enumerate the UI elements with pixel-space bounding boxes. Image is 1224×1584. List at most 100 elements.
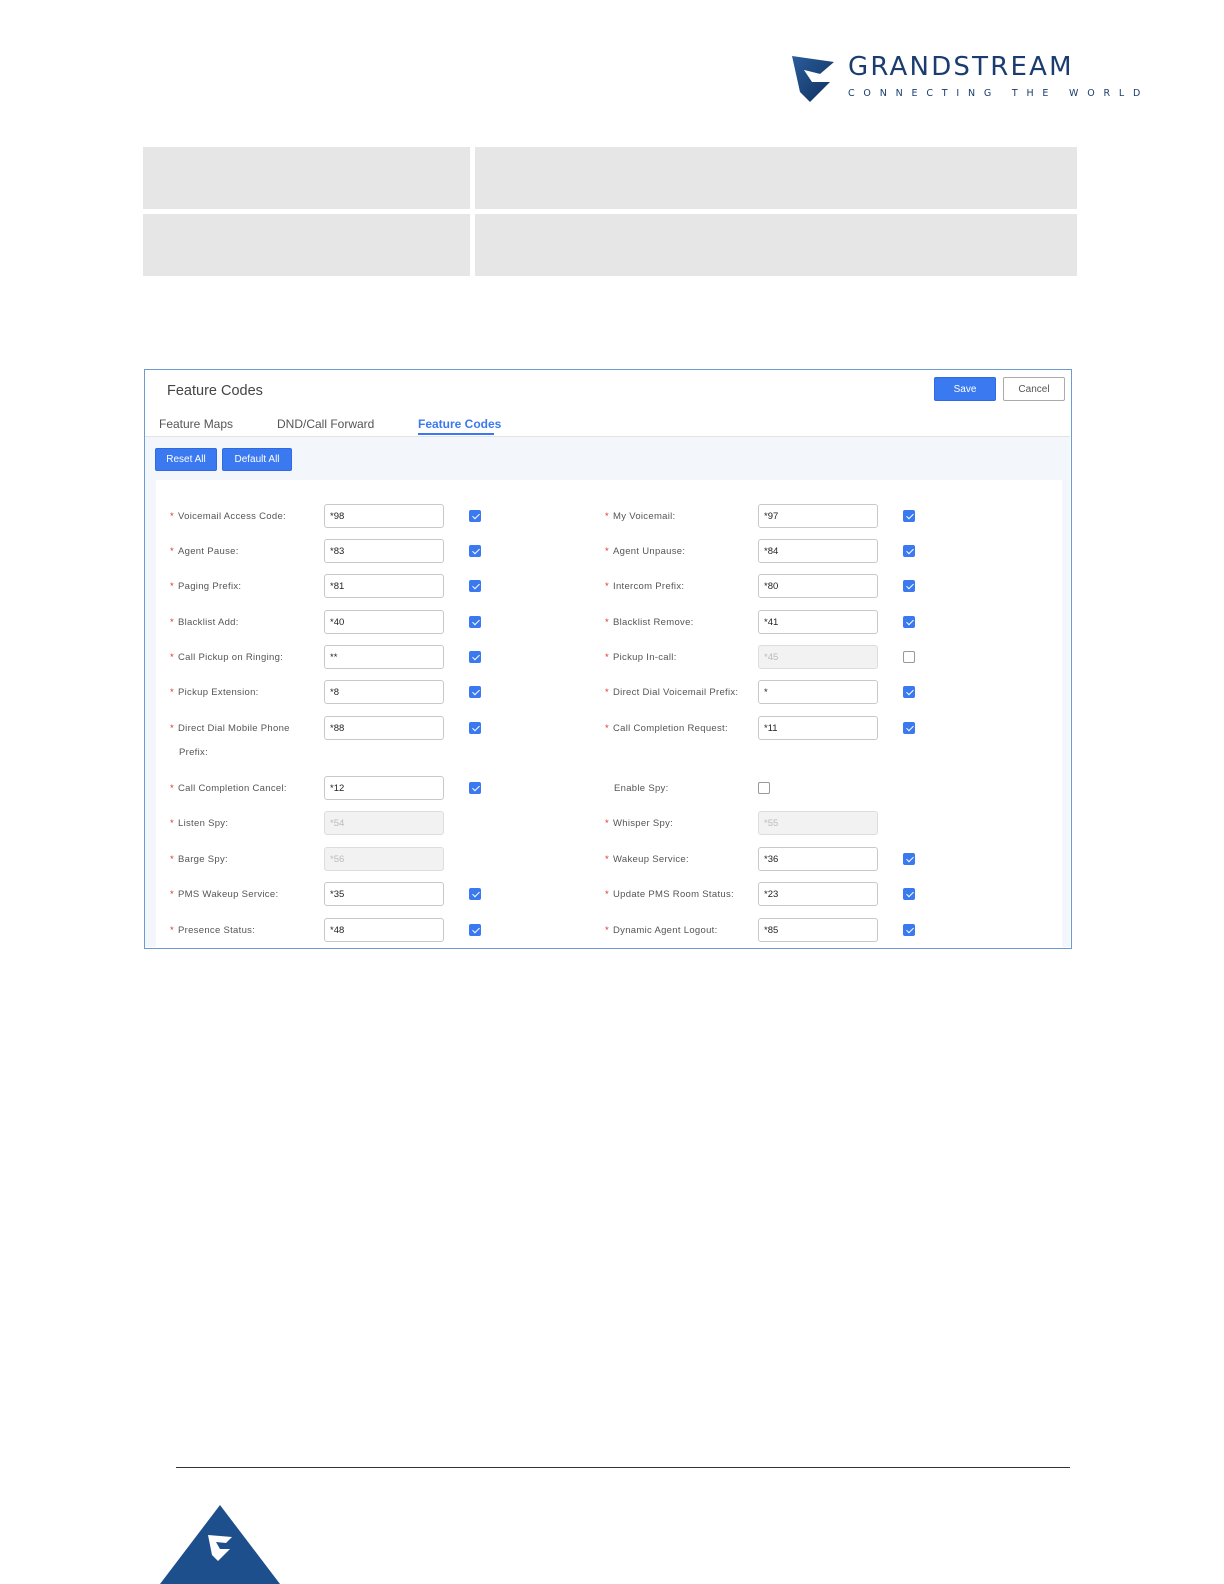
field-label-text: Direct Dial Voicemail Prefix: <box>613 687 739 698</box>
field-label-text: Call Pickup on Ringing: <box>178 652 284 663</box>
enable-checkbox[interactable] <box>469 686 481 698</box>
field-label: * Direct Dial Voicemail Prefix: <box>605 687 738 698</box>
grandstream-logo-icon <box>792 56 834 102</box>
field-label-text: Listen Spy: <box>178 818 229 829</box>
enable-spy-checkbox[interactable] <box>758 782 770 794</box>
field-label: * Update PMS Room Status: <box>605 889 734 900</box>
required-asterisk: * <box>170 687 174 698</box>
required-asterisk: * <box>170 818 174 829</box>
field-label: * Direct Dial Mobile Phone <box>170 723 290 734</box>
enable-checkbox[interactable] <box>469 510 481 522</box>
field-label: * Agent Pause: <box>170 546 239 557</box>
feature-code-input[interactable]: *48 <box>324 918 444 942</box>
table-row <box>143 214 1077 276</box>
table-cell-label <box>143 214 470 276</box>
field-label: * Blacklist Add: <box>170 617 239 628</box>
enable-checkbox[interactable] <box>469 722 481 734</box>
feature-code-input[interactable]: *88 <box>324 716 444 740</box>
field-label: * Wakeup Service: <box>605 854 689 865</box>
enable-checkbox[interactable] <box>469 782 481 794</box>
enable-checkbox[interactable] <box>469 888 481 900</box>
brand-tagline: CONNECTING THE WORLD <box>848 88 1150 99</box>
save-button[interactable]: Save <box>934 377 996 401</box>
required-asterisk: * <box>170 652 174 663</box>
tab-feature-codes[interactable]: Feature Codes <box>418 417 501 431</box>
enable-checkbox[interactable] <box>469 651 481 663</box>
feature-code-input[interactable]: *81 <box>324 574 444 598</box>
tab-feature-maps[interactable]: Feature Maps <box>159 417 233 431</box>
enable-checkbox[interactable] <box>903 924 915 936</box>
enable-checkbox[interactable] <box>903 510 915 522</box>
field-label-text: Pickup Extension: <box>178 687 259 698</box>
enable-checkbox[interactable] <box>903 580 915 592</box>
field-label-text: Pickup In-call: <box>613 652 677 663</box>
enable-checkbox[interactable] <box>903 616 915 628</box>
enable-checkbox[interactable] <box>469 924 481 936</box>
required-asterisk: * <box>170 854 174 865</box>
required-asterisk: * <box>605 925 609 936</box>
feature-code-input[interactable]: ** <box>324 645 444 669</box>
field-label: * Call Completion Cancel: <box>170 783 287 794</box>
enable-checkbox[interactable] <box>903 686 915 698</box>
field-label-text: Direct Dial Mobile Phone <box>178 723 290 734</box>
enable-checkbox[interactable] <box>903 722 915 734</box>
enable-checkbox[interactable] <box>469 616 481 628</box>
feature-code-input[interactable]: *23 <box>758 882 878 906</box>
feature-code-input[interactable]: * <box>758 680 878 704</box>
field-label: * My Voicemail: <box>605 511 676 522</box>
field-label: * Dynamic Agent Logout: <box>605 925 718 936</box>
field-label-text: Call Completion Request: <box>613 723 728 734</box>
field-label: * Presence Status: <box>170 925 255 936</box>
field-label: * Barge Spy: <box>170 854 228 865</box>
field-label: Enable Spy: <box>605 783 669 794</box>
feature-code-input[interactable]: *98 <box>324 504 444 528</box>
field-label-text: Blacklist Add: <box>178 617 239 628</box>
feature-code-input[interactable]: *97 <box>758 504 878 528</box>
feature-code-input[interactable]: *41 <box>758 610 878 634</box>
feature-code-input[interactable]: *12 <box>324 776 444 800</box>
feature-code-input[interactable]: *36 <box>758 847 878 871</box>
enable-checkbox[interactable] <box>469 580 481 592</box>
field-label: * Paging Prefix: <box>170 581 241 592</box>
feature-code-input[interactable]: *55 <box>758 811 878 835</box>
cancel-button[interactable]: Cancel <box>1003 377 1065 401</box>
feature-codes-panel: Feature Codes Save Cancel Feature Maps D… <box>144 369 1072 949</box>
enable-checkbox[interactable] <box>903 888 915 900</box>
field-label: * Listen Spy: <box>170 818 228 829</box>
feature-code-input[interactable]: *40 <box>324 610 444 634</box>
field-label-text: Voicemail Access Code: <box>178 511 286 522</box>
field-label-text: Wakeup Service: <box>613 854 689 865</box>
required-asterisk: * <box>170 723 174 734</box>
enable-checkbox[interactable] <box>903 545 915 557</box>
feature-code-input[interactable]: *54 <box>324 811 444 835</box>
feature-code-input[interactable]: *85 <box>758 918 878 942</box>
field-label-text: Blacklist Remove: <box>613 617 694 628</box>
table-row <box>143 147 1077 209</box>
default-all-button[interactable]: Default All <box>222 448 292 471</box>
reset-all-button[interactable]: Reset All <box>155 448 217 471</box>
field-label-text: My Voicemail: <box>613 511 676 522</box>
feature-code-input[interactable]: *83 <box>324 539 444 563</box>
field-label: * Call Pickup on Ringing: <box>170 652 283 663</box>
feature-code-input[interactable]: *8 <box>324 680 444 704</box>
field-label: * PMS Wakeup Service: <box>170 889 278 900</box>
feature-code-input[interactable]: *45 <box>758 645 878 669</box>
feature-code-input[interactable]: *35 <box>324 882 444 906</box>
required-asterisk: * <box>605 652 609 663</box>
enable-checkbox[interactable] <box>903 853 915 865</box>
required-asterisk: * <box>605 723 609 734</box>
feature-code-input[interactable]: *84 <box>758 539 878 563</box>
table-cell-description <box>475 147 1077 209</box>
enable-checkbox[interactable] <box>469 545 481 557</box>
required-asterisk: * <box>605 617 609 628</box>
enable-checkbox[interactable] <box>903 651 915 663</box>
feature-code-input[interactable]: *56 <box>324 847 444 871</box>
field-label-text: Agent Pause: <box>178 546 239 557</box>
field-label-text: Paging Prefix: <box>178 581 242 592</box>
feature-code-input[interactable]: *11 <box>758 716 878 740</box>
feature-code-input[interactable]: *80 <box>758 574 878 598</box>
footer-divider <box>176 1467 1070 1468</box>
tab-dnd-call-forward[interactable]: DND/Call Forward <box>277 417 374 431</box>
required-asterisk: * <box>605 581 609 592</box>
field-label: * Intercom Prefix: <box>605 581 684 592</box>
